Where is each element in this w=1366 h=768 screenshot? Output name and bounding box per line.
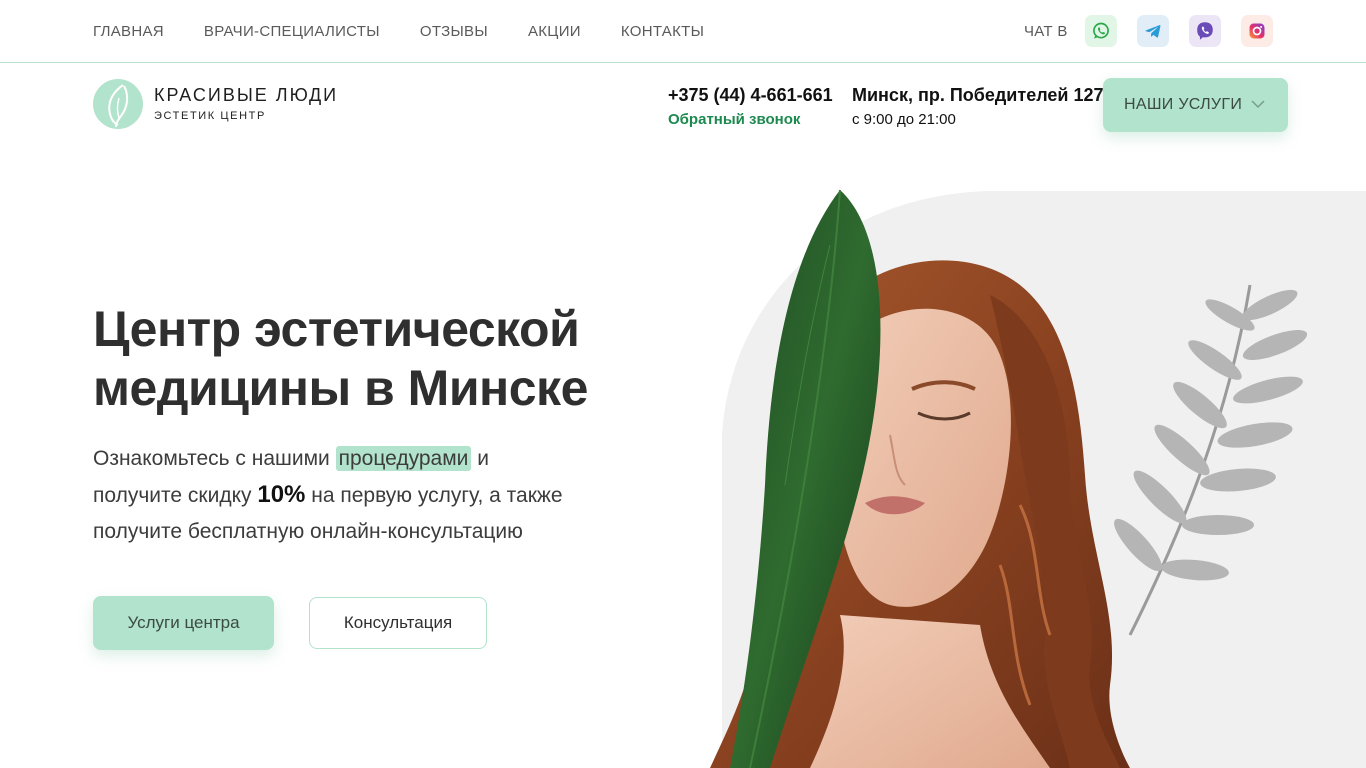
hero-illustration <box>710 189 1366 768</box>
services-dropdown-button[interactable]: НАШИ УСЛУГИ <box>1103 78 1288 132</box>
callback-link[interactable]: Обратный звонок <box>668 111 800 128</box>
nav-item-contacts[interactable]: КОНТАКТЫ <box>621 23 704 40</box>
logo-title: КРАСИВЫЕ ЛЮДИ <box>154 85 339 105</box>
whatsapp-icon[interactable] <box>1085 15 1117 47</box>
logo[interactable]: КРАСИВЫЕ ЛЮДИ ЭСТЕТИК ЦЕНТР <box>93 78 336 130</box>
chat-links: ЧАТ В <box>1000 15 1366 47</box>
hero-text-part-1: Ознакомьтесь с нашими <box>93 447 330 470</box>
procedures-link[interactable]: процедурами <box>335 446 472 471</box>
main-nav: ГЛАВНАЯ ВРАЧИ-СПЕЦИАЛИСТЫ ОТЗЫВЫ АКЦИИ К… <box>93 23 744 40</box>
hero-image <box>690 185 1366 768</box>
logo-subtitle: ЭСТЕТИК ЦЕНТР <box>154 110 266 122</box>
nav-item-doctors[interactable]: ВРАЧИ-СПЕЦИАЛИСТЫ <box>204 23 380 40</box>
opening-hours: с 9:00 до 21:00 <box>852 111 956 128</box>
viber-icon[interactable] <box>1189 15 1221 47</box>
telegram-icon[interactable] <box>1137 15 1169 47</box>
hero-title-line-2: медицины в Минске <box>93 360 588 416</box>
nav-item-home[interactable]: ГЛАВНАЯ <box>93 23 164 40</box>
hero-title: Центр эстетической медицины в Минске <box>93 300 613 418</box>
services-dropdown-label: НАШИ УСЛУГИ <box>1124 96 1243 113</box>
phone-link[interactable]: +375 (44) 4-661-661 <box>668 85 833 106</box>
chevron-down-icon <box>1251 100 1265 109</box>
instagram-icon[interactable] <box>1241 15 1273 47</box>
top-bar: ГЛАВНАЯ ВРАЧИ-СПЕЦИАЛИСТЫ ОТЗЫВЫ АКЦИИ К… <box>0 0 1366 63</box>
hero-description: Ознакомьтесь с нашими процедурами и полу… <box>93 441 583 550</box>
center-services-button[interactable]: Услуги центра <box>93 596 274 650</box>
hero-title-line-1: Центр эстетической <box>93 301 580 357</box>
discount-value: 10% <box>257 481 306 508</box>
nav-item-promotions[interactable]: АКЦИИ <box>528 23 581 40</box>
address: Минск, пр. Победителей 127 <box>852 85 1104 105</box>
nav-item-reviews[interactable]: ОТЗЫВЫ <box>420 23 488 40</box>
consultation-button[interactable]: Консультация <box>309 597 487 649</box>
chat-label: ЧАТ В <box>1024 23 1068 40</box>
logo-leaf-icon <box>93 79 143 129</box>
